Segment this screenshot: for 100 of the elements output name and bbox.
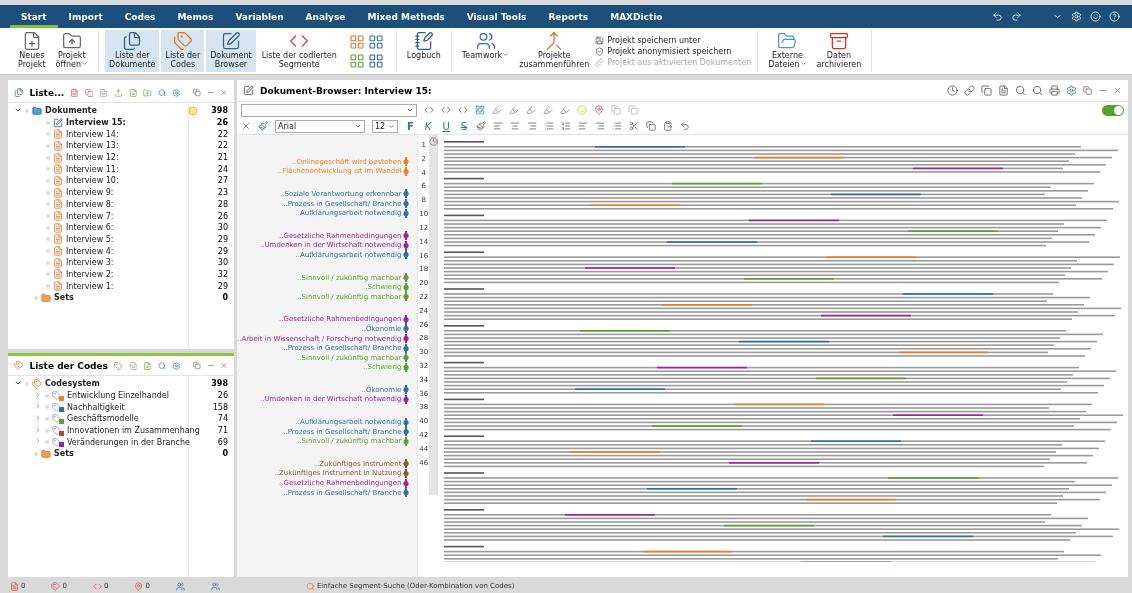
menu-tab[interactable]: Analyse — [294, 8, 357, 28]
ribbon-button[interactable]: Teamwork — [457, 30, 514, 72]
close-icon[interactable] — [220, 361, 228, 370]
users-icon[interactable] — [175, 581, 185, 591]
search-icon[interactable] — [1032, 85, 1043, 96]
numbered-list-icon[interactable] — [561, 121, 572, 131]
format-button[interactable]: S — [458, 120, 470, 132]
ribbon-button[interactable]: Externe Dateien — [764, 30, 811, 72]
settings-icon[interactable] — [172, 87, 181, 98]
cut-icon[interactable] — [629, 121, 640, 131]
tree-item[interactable]: Interview 2: — [66, 269, 114, 279]
undo-icon[interactable] — [992, 11, 1003, 22]
close-icon[interactable] — [220, 88, 229, 97]
highlighter-icon[interactable] — [526, 105, 536, 115]
tree-item[interactable]: Interview 10: — [66, 176, 119, 186]
ribbon-button[interactable]: Liste der codierten Segmente — [257, 30, 341, 72]
printer-icon[interactable] — [1049, 85, 1060, 96]
menu-tab[interactable]: Mixed Methods — [356, 8, 456, 28]
highlighter-icon[interactable] — [492, 105, 502, 115]
document-icon[interactable] — [128, 360, 138, 371]
copy-icon[interactable] — [981, 85, 992, 96]
import-icon[interactable] — [114, 87, 123, 98]
search-icon[interactable] — [1015, 85, 1026, 96]
copy-icon[interactable] — [628, 105, 638, 115]
tree-item[interactable]: Sets — [54, 293, 74, 303]
menu-tab[interactable]: MAXDictio — [599, 8, 674, 28]
paste-icon[interactable] — [663, 121, 674, 131]
font-select[interactable]: Arial — [275, 119, 365, 133]
pin-icon[interactable] — [594, 105, 604, 115]
tree-item[interactable]: Entwicklung Einzelhandel — [67, 391, 169, 401]
tree-item[interactable]: Innovationen im Zusammenhang — [67, 426, 200, 436]
tree-item[interactable]: Interview 5: — [66, 234, 114, 244]
tree-item[interactable]: Interview 12: — [66, 153, 119, 163]
ribbon-menu-item[interactable]: Projekt speichern unter — [595, 35, 752, 45]
copy-icon[interactable] — [84, 87, 94, 98]
tree-item[interactable]: Interview 15: — [66, 118, 126, 128]
close-icon[interactable] — [1113, 86, 1122, 95]
code-select-field[interactable] — [241, 103, 417, 117]
layout-icon[interactable] — [348, 52, 365, 69]
format-button[interactable]: U — [440, 120, 452, 132]
search-icon[interactable] — [157, 360, 167, 371]
copy-icon[interactable] — [611, 105, 621, 115]
highlighter-icon[interactable] — [543, 105, 553, 115]
paintbrush-icon[interactable] — [258, 121, 268, 131]
ribbon-button[interactable]: Projekt öffnen — [51, 30, 93, 72]
tree-item[interactable]: Interview 13: — [66, 141, 119, 151]
menu-tab[interactable]: Codes — [113, 8, 167, 28]
format-button[interactable]: K — [422, 120, 434, 132]
tree-item[interactable]: Codesystem — [45, 379, 100, 389]
undo-icon[interactable] — [680, 121, 691, 131]
ribbon-menu-item[interactable]: Projekt anonymisiert speichern — [595, 46, 752, 56]
align-center-icon[interactable] — [510, 121, 521, 131]
highlighter-icon[interactable] — [560, 105, 570, 115]
undock-icon[interactable] — [192, 361, 201, 370]
menu-tab[interactable]: Import — [57, 8, 114, 28]
users-icon[interactable] — [210, 581, 220, 591]
tree-item[interactable]: Veränderungen in der Branche — [67, 437, 190, 447]
tree-item[interactable]: Interview 6: — [66, 223, 114, 233]
help-icon[interactable] — [1109, 11, 1120, 22]
document-icon[interactable] — [10, 581, 19, 591]
layout-icon[interactable] — [348, 33, 365, 50]
tree-item[interactable]: Geschäftsmodelle — [67, 414, 139, 424]
highlighter-icon[interactable] — [509, 105, 519, 115]
tree-item[interactable]: Interview 1: — [66, 281, 114, 291]
copy-icon[interactable] — [646, 121, 657, 131]
search-icon[interactable] — [157, 87, 167, 98]
format-button[interactable]: F — [405, 120, 416, 132]
tree-item[interactable]: Interview 11: — [66, 164, 119, 174]
settings-icon[interactable] — [172, 360, 181, 371]
link-icon[interactable] — [964, 85, 975, 96]
pin-icon[interactable] — [134, 581, 144, 591]
ribbon-button[interactable]: Daten archivieren — [812, 30, 866, 72]
ribbon-button[interactable]: Logbuch — [402, 30, 445, 72]
redo-icon[interactable] — [1011, 11, 1022, 22]
code-icon[interactable] — [424, 105, 434, 115]
code-icon[interactable] — [458, 105, 468, 115]
layout-icon[interactable] — [367, 33, 384, 50]
align-left-icon[interactable] — [493, 121, 504, 131]
list-icon[interactable] — [544, 121, 555, 131]
layout-icon[interactable] — [367, 52, 384, 69]
ribbon-button[interactable]: Liste der Dokumente — [105, 30, 160, 72]
code-icon[interactable] — [92, 581, 102, 591]
ribbon-button[interactable]: Dokument Browser — [206, 30, 256, 72]
ribbon-button[interactable]: Neues Projekt — [14, 30, 50, 72]
undock-icon[interactable] — [192, 88, 201, 97]
document-icon[interactable] — [70, 87, 79, 98]
edit-mode-switch[interactable] — [1102, 104, 1124, 116]
tree-item[interactable]: Sets — [54, 449, 74, 459]
document-icon[interactable] — [99, 87, 108, 98]
tree-item[interactable]: Interview 4: — [66, 246, 114, 256]
size-select[interactable]: 12 — [372, 119, 398, 133]
folder-icon[interactable] — [143, 87, 152, 98]
close-icon[interactable] — [241, 121, 251, 131]
ribbon-button[interactable]: Projekte zusammenführen — [515, 30, 594, 72]
menu-tab[interactable]: Memos — [166, 8, 225, 28]
ribbon-button[interactable]: Liste der Codes — [161, 30, 205, 72]
file-plus-icon[interactable] — [128, 87, 138, 98]
code-icon[interactable] — [441, 105, 451, 115]
menu-tab[interactable]: Visual Tools — [455, 8, 538, 28]
tag-icon[interactable] — [113, 360, 123, 371]
